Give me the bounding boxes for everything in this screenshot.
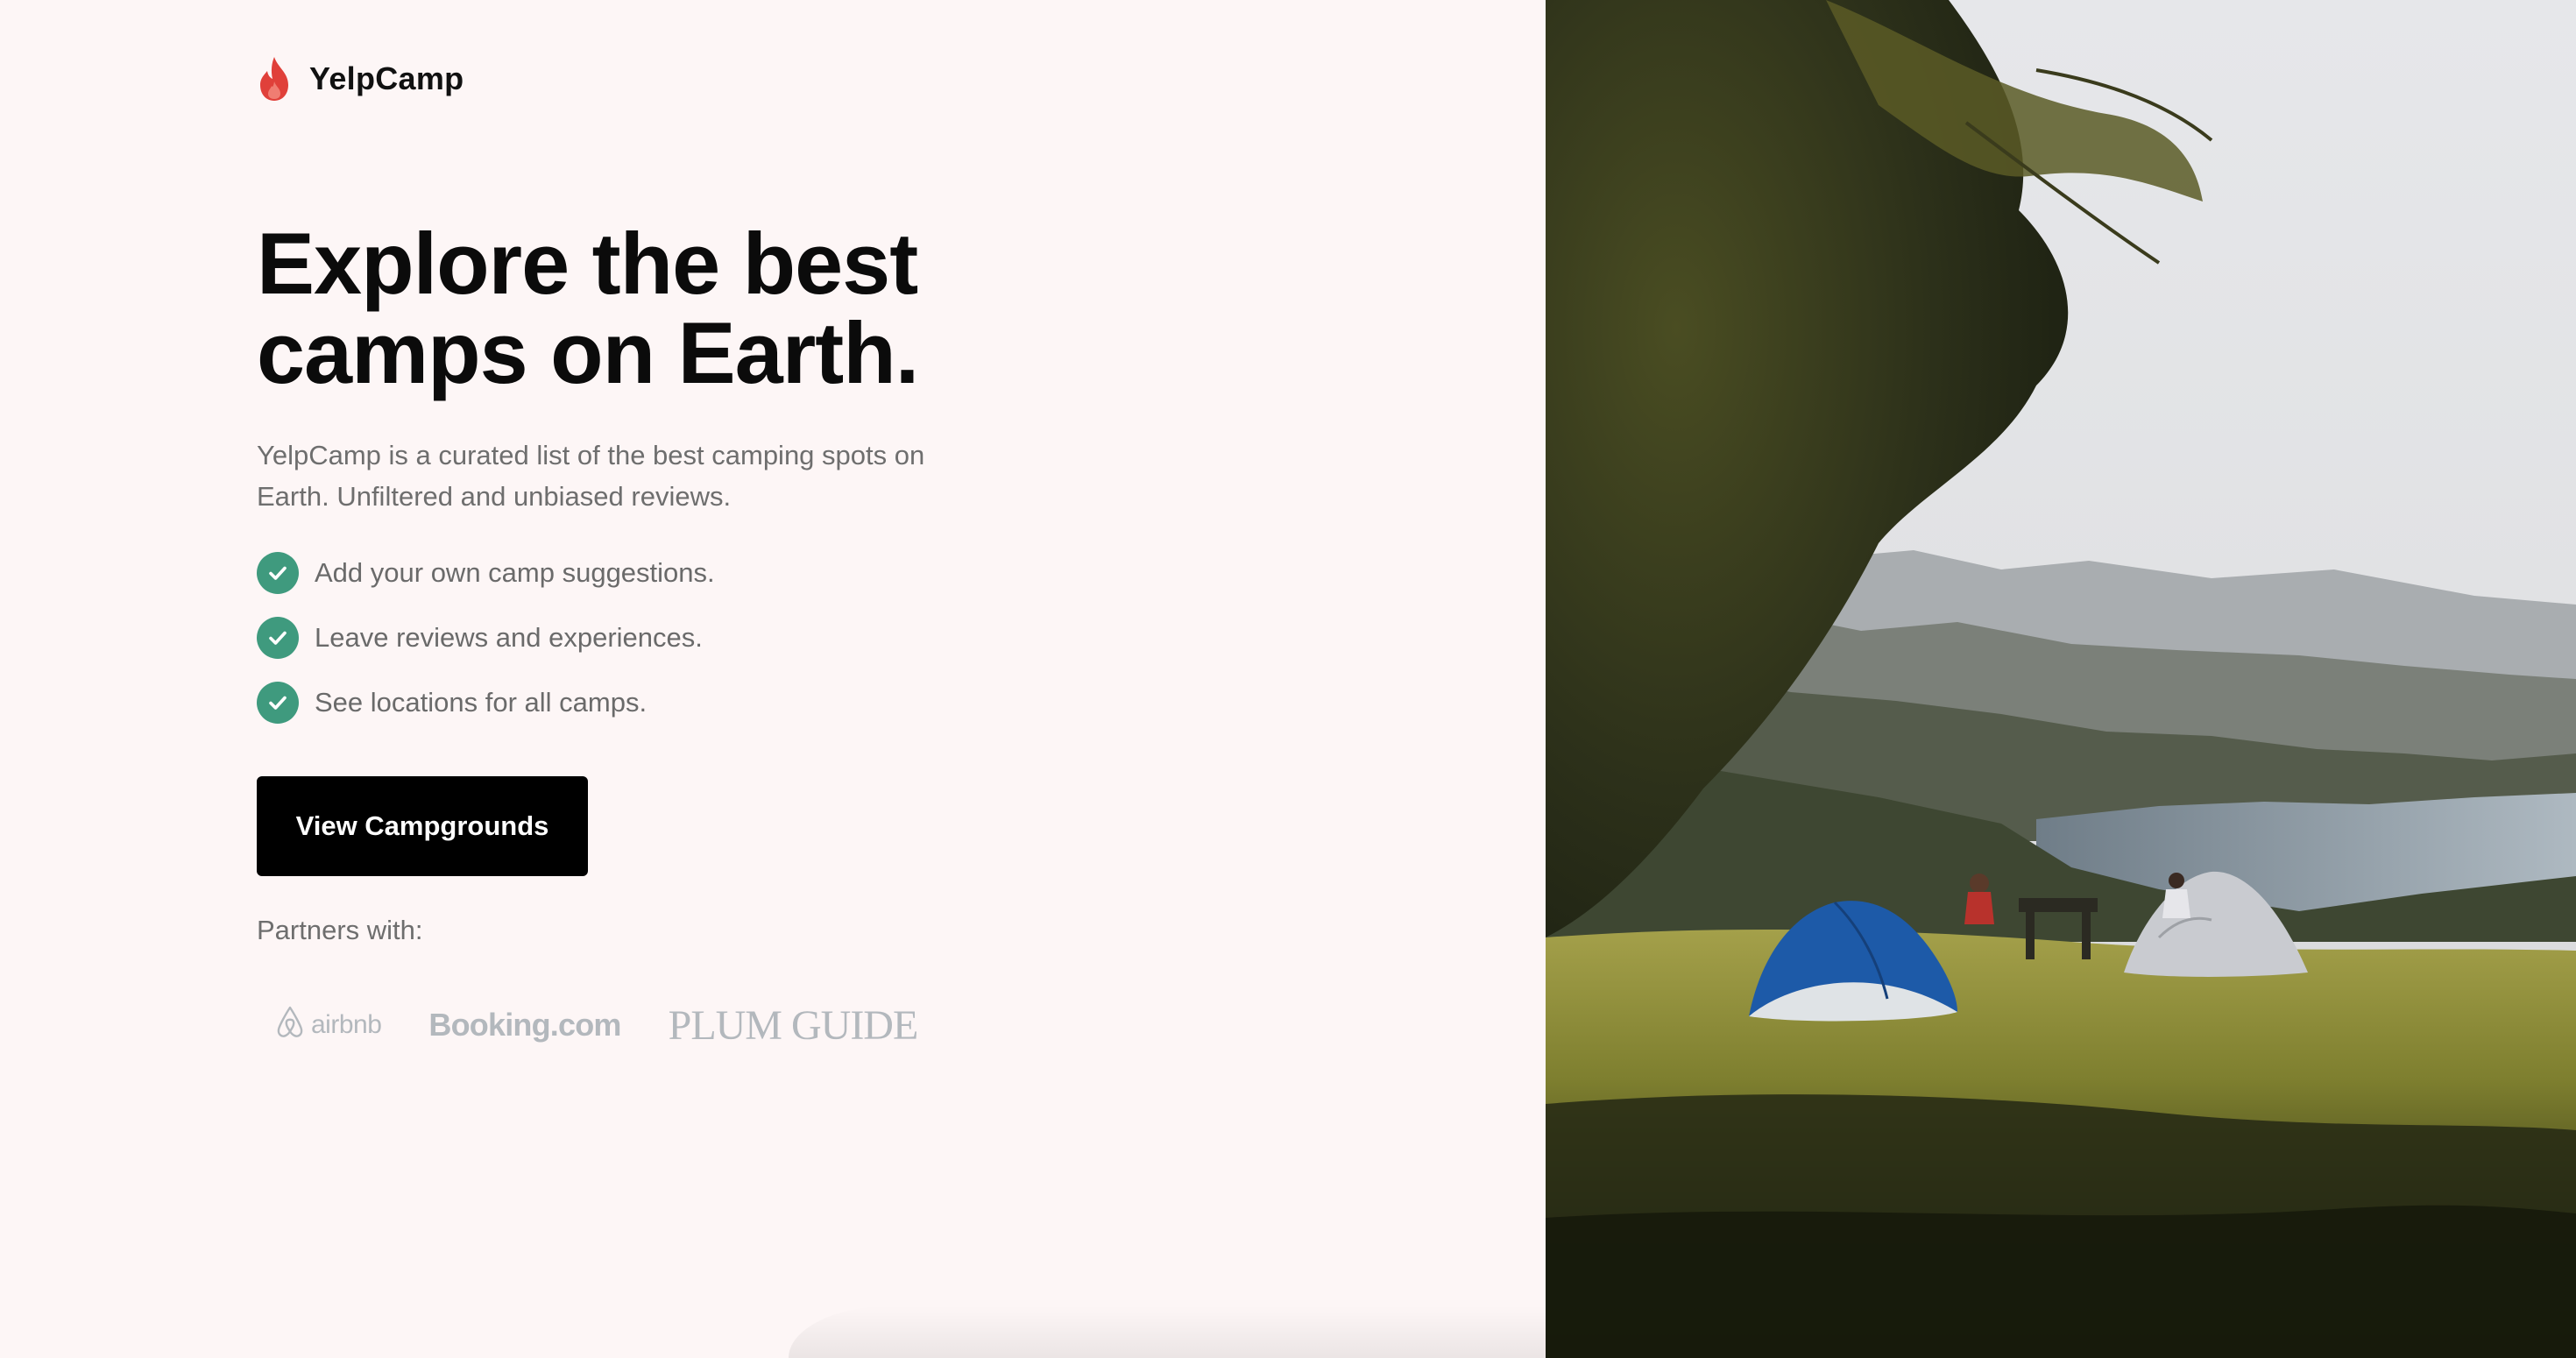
brand[interactable]: YelpCamp [257,53,464,105]
view-campgrounds-button[interactable]: View Campgrounds [257,776,588,876]
hero-description: YelpCamp is a curated list of the best c… [257,440,925,512]
title-line-2: camps on Earth. [257,304,919,401]
bottom-shadow [789,1305,1546,1358]
check-circle-icon [257,552,299,594]
title-line-1: Explore the best [257,215,918,312]
flame-icon [257,55,292,103]
feature-text: Leave reviews and experiences. [315,622,703,653]
brand-name: YelpCamp [309,60,464,96]
hero-section: YelpCamp Explore the best camps on Earth… [0,0,1546,1358]
feature-list: Add your own camp suggestions. Leave rev… [257,552,715,746]
feature-text: Add your own camp suggestions. [315,557,715,588]
check-circle-icon [257,617,299,659]
hero-photo [1546,0,2576,1358]
feature-item: Leave reviews and experiences. [257,617,715,659]
partners-label: Partners with: [257,915,423,945]
feature-text: See locations for all camps. [315,687,648,718]
airbnb-logo: airbnb [274,1004,382,1046]
airbnb-icon [274,1004,306,1046]
camping-landscape-image [1546,0,2576,1358]
check-circle-icon [257,682,299,724]
airbnb-wordmark: airbnb [311,1010,382,1039]
page-title: Explore the best camps on Earth. [257,219,958,398]
partner-logos: airbnb Booking.com PLUM GUIDE [274,999,919,1051]
plum-guide-logo: PLUM GUIDE [668,1001,919,1049]
feature-item: See locations for all camps. [257,682,715,724]
feature-item: Add your own camp suggestions. [257,552,715,594]
booking-logo: Booking.com [428,1007,621,1043]
